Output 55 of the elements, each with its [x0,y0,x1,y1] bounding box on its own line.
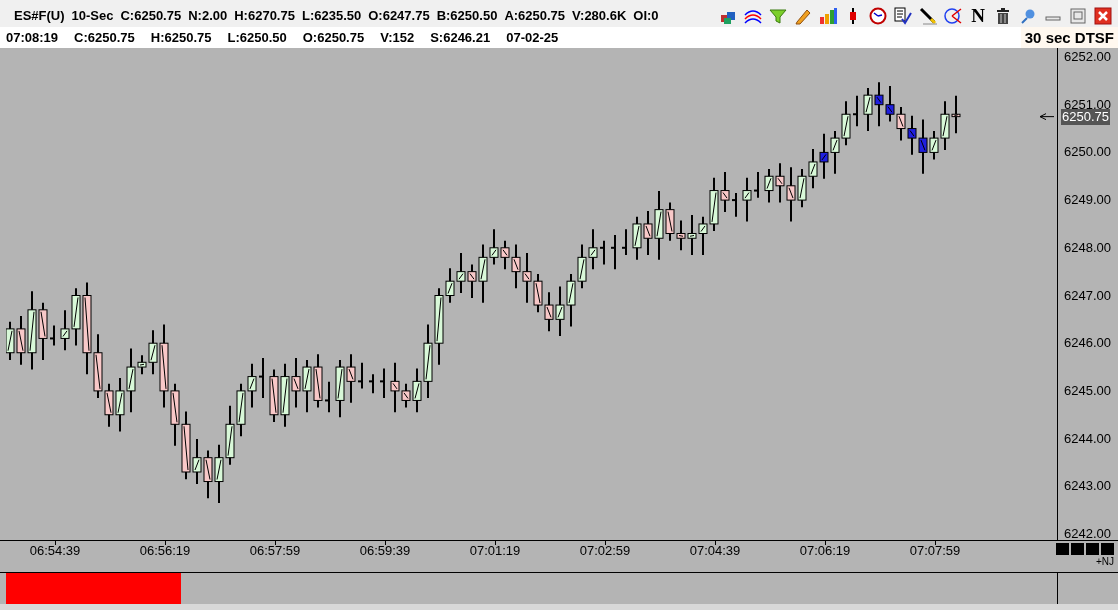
time-label: 06:59:39 [358,543,412,559]
funnel-icon[interactable] [769,6,787,25]
n-button[interactable]: N [969,6,987,25]
ruler-pencil-icon[interactable] [919,6,937,25]
bar-value: S:6246.21 [430,28,491,47]
price-marker-icon [1039,113,1055,121]
current-price-label: 6250.75 [1061,108,1110,125]
status-square [1056,543,1069,555]
clock-icon[interactable] [869,6,887,25]
bar-value: 07-02-25 [506,28,559,47]
price-label: 6244.00 [1064,430,1111,447]
price-label: 6245.00 [1064,382,1111,399]
time-label: 07:02:59 [578,543,632,559]
quote-value: O:6247.75 [368,6,430,25]
quote-value: N:2.00 [188,6,228,25]
price-label: 6249.00 [1064,192,1111,209]
quote-value: B:6250.50 [436,6,498,25]
bar-value: O:6250.75 [302,28,365,47]
bar-value: C:6250.75 [74,28,135,47]
quote-value: C:6250.75 [120,6,182,25]
time-label: 06:57:59 [248,543,302,559]
quote-value: L:6235.50 [301,6,362,25]
symbol-label: ES#F(U) [14,6,65,25]
close-icon[interactable] [1094,6,1112,25]
bar-value: V:152 [380,28,415,47]
quote-value: OI:0 [633,6,659,25]
price-label: 6248.00 [1064,239,1111,256]
bar-chart-icon[interactable] [819,6,837,25]
time-label: 06:54:39 [28,543,82,559]
checklist-icon[interactable] [894,6,912,25]
maximize-icon[interactable] [1069,6,1087,25]
time-label: 07:01:19 [468,543,522,559]
quote-value: V:280.6K [572,6,627,25]
status-square [1101,543,1114,555]
bar-value: H:6250.75 [150,28,212,47]
bar-value: L:6250.50 [227,28,287,47]
indicator-label: +NJ [1095,555,1114,569]
price-label: 6247.00 [1064,287,1111,304]
status-square [1086,543,1099,555]
price-label: 6242.00 [1064,526,1111,542]
status-square [1071,543,1084,555]
quote-value: A:6250.75 [504,6,566,25]
quote-value: H:6270.75 [234,6,295,25]
chart-label: 30 sec DTSF [1020,27,1118,48]
time-label: 07:06:19 [798,543,852,559]
price-label: 6246.00 [1064,335,1111,352]
time-label: 06:56:19 [138,543,192,559]
bar-value: 07:08:19 [6,28,59,47]
trash-icon[interactable] [994,6,1012,25]
time-label: 07:07:59 [908,543,962,559]
price-label: 6250.00 [1064,144,1111,161]
time-label: 07:04:39 [688,543,742,559]
interval-label: 10-Sec [71,6,114,25]
price-label: 6252.00 [1064,49,1111,65]
price-label: 6243.00 [1064,478,1111,495]
